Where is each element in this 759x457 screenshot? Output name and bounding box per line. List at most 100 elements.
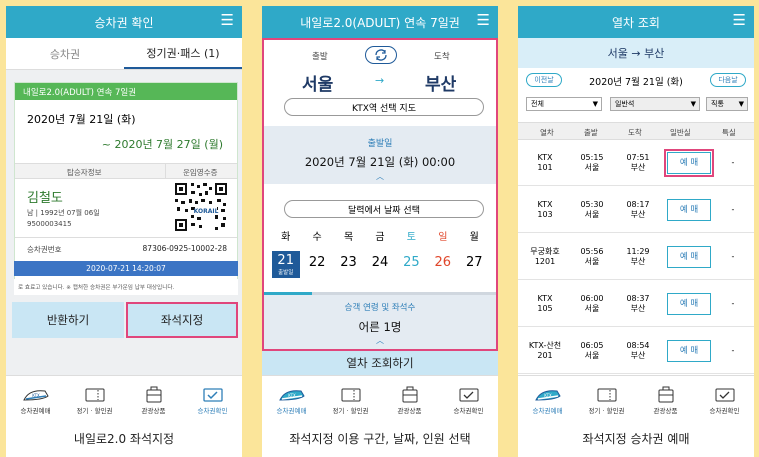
nav-label: 정기 · 할인권 [332, 407, 369, 415]
reserve-button[interactable]: 예 매 [664, 149, 714, 177]
weekday: 토 [406, 232, 416, 243]
reserve-button[interactable]: 예 매 [667, 293, 711, 315]
special-seat-cell: - [731, 205, 735, 214]
seat-assign-button[interactable]: 좌석지정 [126, 302, 238, 338]
dropdown-icon: ▼ [690, 100, 696, 108]
nav-ticket-check[interactable]: 승차권확인 [695, 376, 754, 419]
nav-tour[interactable]: 관광상품 [124, 376, 183, 419]
screen-ticket-check: 승차권 확인 ☰ 승차권 정기권·패스 (1) 내일로2.0(ADULT) 연속… [6, 6, 242, 419]
departure-time: 05:56 [580, 247, 604, 256]
weekday: 일 [438, 232, 448, 243]
train-cell: 무궁화호 1201 [522, 234, 568, 280]
nav-ticket-booking[interactable]: KTX 승차권예매 [262, 376, 321, 419]
start-date: 2020년 7월 21일 (화) [27, 113, 136, 126]
arrival-time: 11:29 [626, 247, 650, 256]
reserve-button[interactable]: 예 매 [667, 340, 711, 362]
end-date: ~ 2020년 7월 27일 (월) [101, 138, 223, 151]
tab-pass[interactable]: 정기권·패스 (1) [124, 38, 242, 69]
train-number: 1201 [534, 257, 556, 266]
filter-seat-select[interactable]: 일반석 ▼ [610, 97, 700, 111]
day[interactable]: 24 [366, 251, 394, 278]
reserve-button[interactable]: 예 매 [667, 199, 711, 221]
ticket-check-icon [202, 388, 223, 402]
week-calendar: 화 수 목 금 토 일 월 21 출발일 22 23 24 25 26 27 [264, 228, 496, 278]
departure-cell: 05:56 서울 [570, 234, 614, 280]
info-header: 탑승자정보 운임영수증 [15, 163, 237, 179]
chevron-up-icon[interactable]: ︿ [264, 335, 496, 346]
swap-icon[interactable] [365, 46, 397, 64]
nav-pass-discount[interactable]: 정기 · 할인권 [577, 376, 636, 419]
next-day-button[interactable]: 다음날 [710, 73, 746, 87]
day[interactable]: 25 [397, 251, 425, 278]
day-sub-label: 출발일 [278, 270, 294, 276]
passenger-count[interactable]: 어른 1명 [264, 319, 496, 335]
nav-ticket-booking[interactable]: KTX 승차권예매 [6, 376, 65, 419]
ticket-tabs: 승차권 정기권·패스 (1) [6, 38, 242, 70]
filter-type-select[interactable]: 전체 ▼ [526, 97, 602, 111]
table-row: 무궁화호 1201 05:56 서울 11:29 부산 예 매- [518, 234, 754, 280]
day-selected[interactable]: 21 출발일 [271, 251, 300, 278]
station-map-button[interactable]: KTX역 선택 지도 [284, 98, 484, 116]
caption-3: 좌석지정 승차권 예매 [518, 419, 754, 457]
ticket-icon [597, 388, 616, 402]
search-train-button[interactable]: 열차 조회하기 [262, 351, 498, 375]
menu-icon[interactable]: ☰ [477, 13, 490, 28]
calendar-button[interactable]: 달력에서 날짜 선택 [284, 200, 484, 218]
reserve-button[interactable]: 예 매 [667, 246, 711, 268]
refund-button[interactable]: 반환하기 [12, 302, 124, 338]
arrival-time: 07:51 [626, 153, 650, 162]
table-row: KTX 103 05:30 서울 08:17 부산 예 매- [518, 187, 754, 233]
nav-tour[interactable]: 관광상품 [380, 376, 439, 419]
passenger-name: 김철도 [27, 191, 63, 206]
receipt-label: 운임영수증 [183, 168, 218, 177]
arrival-station: 부산 [630, 304, 646, 313]
filter-direct-select[interactable]: 직통 ▼ [706, 97, 748, 111]
nav-label: 승차권예매 [276, 407, 307, 415]
day[interactable]: 26 [429, 251, 457, 278]
date-panel: 출발일 2020년 7월 21일 (화) 00:00 ︿ [264, 126, 496, 184]
page-title: 열차 조회 [612, 15, 660, 30]
bottom-nav: KTX 승차권예매 정기 · 할인권 관광상품 승차권확인 [262, 375, 498, 419]
nav-ticket-check[interactable]: 승차권확인 [183, 376, 242, 419]
svg-text:KTX: KTX [544, 393, 552, 398]
korail-logo-text: KORAIL [194, 208, 219, 215]
passenger-number: 9500003415 [27, 220, 72, 228]
filter-value: 전체 [531, 100, 544, 108]
page-title: 승차권 확인 [94, 15, 154, 30]
nav-pass-discount[interactable]: 정기 · 할인권 [321, 376, 380, 419]
nav-ticket-booking[interactable]: KTX 승차권예매 [518, 376, 577, 419]
day[interactable]: 27 [460, 251, 488, 278]
menu-icon[interactable]: ☰ [733, 13, 746, 28]
arrival-label: 도착 [434, 52, 450, 62]
caption-2: 좌석지정 이용 구간, 날짜, 인원 선택 [262, 419, 498, 457]
menu-icon[interactable]: ☰ [221, 13, 234, 28]
notice-text: 로 효료고 있습니다. ※ 캡처한 승차권은 부가운임 납부 대상입니다. [14, 279, 238, 295]
arrival-station[interactable]: 부산 [425, 70, 456, 95]
arrival-station: 부산 [630, 163, 646, 172]
arrival-station: 부산 [630, 351, 646, 360]
weekday: 수 [312, 232, 322, 243]
nav-pass-discount[interactable]: 정기 · 할인권 [65, 376, 124, 419]
standard-seat-cell: 예 매 [664, 234, 714, 280]
chevron-up-icon[interactable]: ︿ [264, 171, 496, 182]
dropdown-icon: ▼ [592, 100, 598, 108]
table-row: KTX-산천 201 06:05 서울 08:54 부산 예 매- [518, 328, 754, 374]
day[interactable]: 22 [303, 251, 331, 278]
departure-time: 05:15 [580, 153, 604, 162]
tab-ticket[interactable]: 승차권 [6, 38, 124, 69]
arrival-cell: 08:17 부산 [616, 187, 660, 233]
standard-seat-cell: 예 매 [664, 140, 714, 186]
ktx-train-icon: KTX [278, 390, 305, 401]
nav-ticket-check[interactable]: 승차권확인 [439, 376, 498, 419]
day[interactable]: 23 [335, 251, 363, 278]
nav-tour[interactable]: 관광상품 [636, 376, 695, 419]
departure-label: 출발 [312, 52, 328, 62]
departure-station[interactable]: 서울 [302, 70, 333, 95]
train-number: 201 [537, 351, 553, 360]
nav-label: 정기 · 할인권 [588, 407, 625, 415]
bottom-nav: KTX 승차권예매 정기 · 할인권 관광상품 승차권확인 [6, 375, 242, 419]
nav-label: 승차권예매 [532, 407, 563, 415]
date-label: 출발일 [367, 139, 393, 149]
train-cell: KTX 101 [522, 140, 568, 186]
special-seat-cell: - [731, 346, 735, 355]
